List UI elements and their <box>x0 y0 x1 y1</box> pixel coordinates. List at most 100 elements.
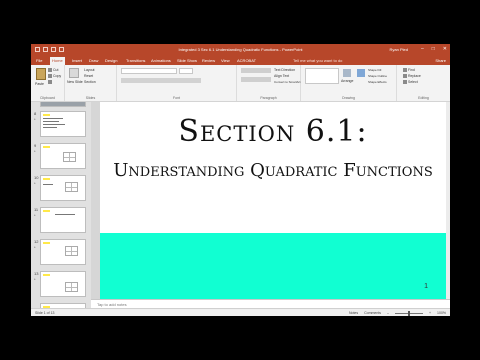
tab-home[interactable]: Home <box>50 57 65 65</box>
slide-editing-area: Section 6.1: Understanding Quadratic Fun… <box>91 102 450 308</box>
tell-me-box[interactable]: Tell me what you want to do <box>293 58 342 63</box>
share-button[interactable]: Share <box>435 58 446 63</box>
shapes-gallery[interactable] <box>305 68 339 84</box>
slide-title[interactable]: Section 6.1: <box>100 114 446 149</box>
list-buttons[interactable] <box>241 68 271 73</box>
new-slide-button[interactable]: New Slide <box>67 80 83 84</box>
replace-icon <box>403 74 407 79</box>
shape-fill-button[interactable]: Shape Fill <box>368 68 381 72</box>
highlight-mark <box>43 178 50 180</box>
window-title: Integrated 3 Sec 6.1 Understanding Quadr… <box>178 47 303 52</box>
slides-group: New Slide Layout Reset Section Slides <box>65 65 117 101</box>
paragraph-group: Text Direction Align Text Convert to Sma… <box>237 65 301 101</box>
zoom-slider-thumb[interactable] <box>408 310 410 316</box>
comments-toggle[interactable]: Comments <box>364 311 381 315</box>
paste-icon[interactable] <box>36 68 46 80</box>
format-painter-button[interactable] <box>48 80 53 85</box>
select-button[interactable]: Select <box>403 80 418 85</box>
shape-outline-button[interactable]: Shape Outline <box>368 74 387 78</box>
current-slide[interactable]: Section 6.1: Understanding Quadratic Fun… <box>100 102 446 299</box>
slide-thumbnail[interactable] <box>40 207 86 233</box>
tab-design[interactable]: Design <box>103 57 119 65</box>
minimize-button[interactable]: – <box>421 46 424 52</box>
tab-transitions[interactable]: Transitions <box>124 57 147 65</box>
slide-thumbnail[interactable] <box>40 111 86 137</box>
maximize-button[interactable]: □ <box>432 46 435 52</box>
window-controls: – □ ✕ <box>421 46 447 52</box>
align-buttons[interactable] <box>241 77 271 82</box>
slides-label: Slides <box>85 96 96 100</box>
animation-star-icon: * <box>34 149 36 154</box>
slide-number-label: 11 <box>34 207 39 212</box>
animation-star-icon: * <box>34 245 36 250</box>
editing-group: Find Replace Select Editing <box>397 65 450 101</box>
layout-button[interactable]: Layout <box>84 68 95 72</box>
highlight-mark <box>43 210 50 212</box>
drawing-group: Arrange Shape Fill Shape Outline Shape E… <box>301 65 397 101</box>
copy-button[interactable]: Copy <box>48 74 61 79</box>
ribbon: Paste Cut Copy Clipboard New Slide Layou… <box>31 65 450 102</box>
thumb-text-line <box>43 184 53 185</box>
animation-star-icon: * <box>34 213 36 218</box>
tab-file[interactable]: File <box>34 57 44 65</box>
tab-acrobat[interactable]: ACROBAT <box>235 57 258 65</box>
tab-view[interactable]: View <box>219 57 232 65</box>
new-slide-icon[interactable] <box>69 68 79 78</box>
search-icon <box>403 68 407 73</box>
arrange-button[interactable]: Arrange <box>341 79 353 83</box>
find-button[interactable]: Find <box>403 68 415 73</box>
slide-thumbnail[interactable] <box>40 271 86 297</box>
close-button[interactable]: ✕ <box>443 46 447 52</box>
scissors-icon <box>48 68 52 73</box>
powerpoint-window: Integrated 3 Sec 6.1 Understanding Quadr… <box>31 44 450 316</box>
tab-animations[interactable]: Animations <box>149 57 173 65</box>
tab-slide-show[interactable]: Slide Show <box>175 57 199 65</box>
convert-smartart-button[interactable]: Convert to SmartArt <box>274 80 301 84</box>
slide-number-label: 9 <box>34 143 37 148</box>
highlight-mark <box>43 242 50 244</box>
quick-styles-icon[interactable] <box>357 69 365 77</box>
slide-number-label: 8 <box>34 111 37 116</box>
tab-review[interactable]: Review <box>200 57 217 65</box>
zoom-in-icon[interactable]: + <box>429 311 431 315</box>
shape-effects-button[interactable]: Shape Effects <box>368 80 387 84</box>
font-format-buttons[interactable] <box>121 78 201 83</box>
reset-button[interactable]: Reset <box>84 74 93 78</box>
animation-star-icon: * <box>34 277 36 282</box>
status-bar: Slide 1 of 13 Notes Comments – + 100% <box>31 308 450 316</box>
slide-subtitle[interactable]: Understanding Quadratic Functions <box>100 160 446 181</box>
slide-count: Slide 1 of 13 <box>35 311 55 315</box>
font-group: Font <box>117 65 237 101</box>
font-label: Font <box>172 96 180 100</box>
ribbon-tabs: File Home Insert Draw Design Transitions… <box>31 56 450 65</box>
select-icon <box>403 80 407 85</box>
section-button[interactable]: Section <box>84 80 96 84</box>
user-name[interactable]: Ryan Pied <box>390 47 408 52</box>
notes-placeholder: Tap to add notes <box>97 302 127 307</box>
slide-thumbnail[interactable] <box>40 175 86 201</box>
vertical-scrollbar[interactable] <box>446 102 450 308</box>
replace-button[interactable]: Replace <box>403 74 421 79</box>
cut-button[interactable]: Cut <box>48 68 58 73</box>
slide-thumbnail[interactable] <box>40 239 86 265</box>
font-name-select[interactable] <box>121 68 177 74</box>
tab-insert[interactable]: Insert <box>70 57 84 65</box>
zoom-level[interactable]: 100% <box>437 311 446 315</box>
slide-number-label: 12 <box>34 239 39 244</box>
thumb-text-line <box>55 214 75 215</box>
arrange-icon[interactable] <box>343 69 351 77</box>
text-direction-button[interactable]: Text Direction <box>274 68 295 72</box>
zoom-slider[interactable] <box>395 310 423 316</box>
slide-thumbnail[interactable] <box>40 143 86 169</box>
slide-thumbnail-pane[interactable]: 8 * 9 * 10 * 11 * 12 * 13 * <box>31 102 91 308</box>
align-text-button[interactable]: Align Text <box>274 74 289 78</box>
notes-toggle[interactable]: Notes <box>349 311 358 315</box>
thumb-text-line <box>43 127 57 128</box>
tab-draw[interactable]: Draw <box>87 57 100 65</box>
slide-thumbnail[interactable] <box>40 102 86 107</box>
thumb-graph <box>65 282 78 292</box>
font-size-select[interactable] <box>179 68 193 74</box>
paste-button[interactable]: Paste <box>35 82 44 86</box>
drawing-label: Drawing <box>342 96 355 100</box>
zoom-out-icon[interactable]: – <box>387 311 389 315</box>
